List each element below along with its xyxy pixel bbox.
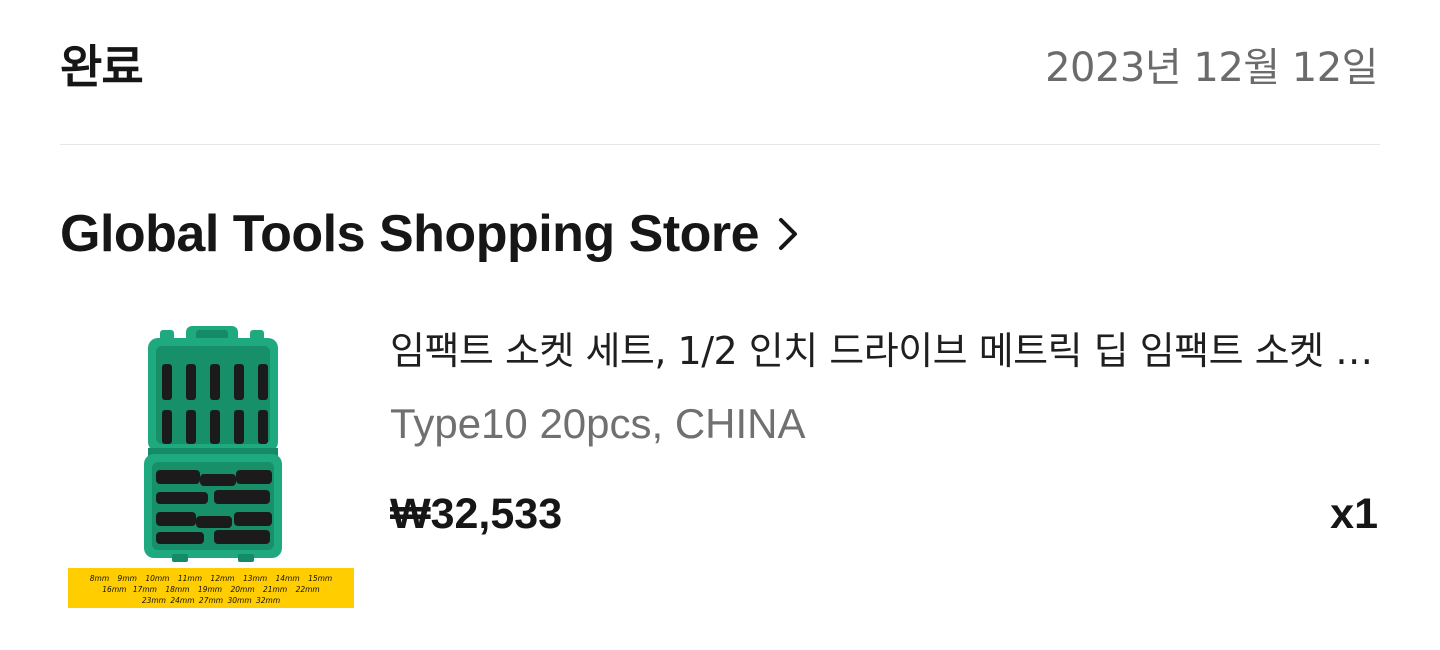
- size-row-1: 8mm 9mm 10mm 11mm 12mm 13mm 14mm 15mm: [90, 574, 332, 583]
- order-item[interactable]: 8mm 9mm 10mm 11mm 12mm 13mm 14mm 15mm 16…: [60, 312, 1380, 612]
- order-date: 2023년 12월 12일: [1045, 45, 1378, 91]
- order-header: 완료 2023년 12월 12일: [60, 28, 1378, 100]
- item-info: 임팩트 소켓 세트, 1/2 인치 드라이브 메트릭 딥 임팩트 소켓 세트 T…: [390, 312, 1378, 552]
- item-price: ₩32,533: [390, 490, 563, 538]
- store-link[interactable]: Global Tools Shopping Store: [60, 196, 803, 272]
- store-name: Global Tools Shopping Store: [60, 205, 760, 263]
- divider: [60, 144, 1380, 145]
- item-variant: Type10 20pcs, CHINA: [390, 400, 806, 447]
- item-title[interactable]: 임팩트 소켓 세트, 1/2 인치 드라이브 메트릭 딥 임팩트 소켓 세트: [390, 320, 1378, 375]
- size-row-2: 16mm 17mm 18mm 19mm 20mm 21mm 22mm: [102, 585, 319, 594]
- chevron-right-icon: [773, 214, 803, 254]
- item-quantity: x1: [1330, 490, 1378, 538]
- size-row-3: 23mm 24mm 27mm 30mm 32mm: [142, 596, 280, 605]
- socket-set-case-illustration: 8mm 9mm 10mm 11mm 12mm 13mm 14mm 15mm 16…: [68, 326, 354, 608]
- product-image[interactable]: 8mm 9mm 10mm 11mm 12mm 13mm 14mm 15mm 16…: [64, 320, 356, 612]
- order-status: 완료: [60, 40, 144, 94]
